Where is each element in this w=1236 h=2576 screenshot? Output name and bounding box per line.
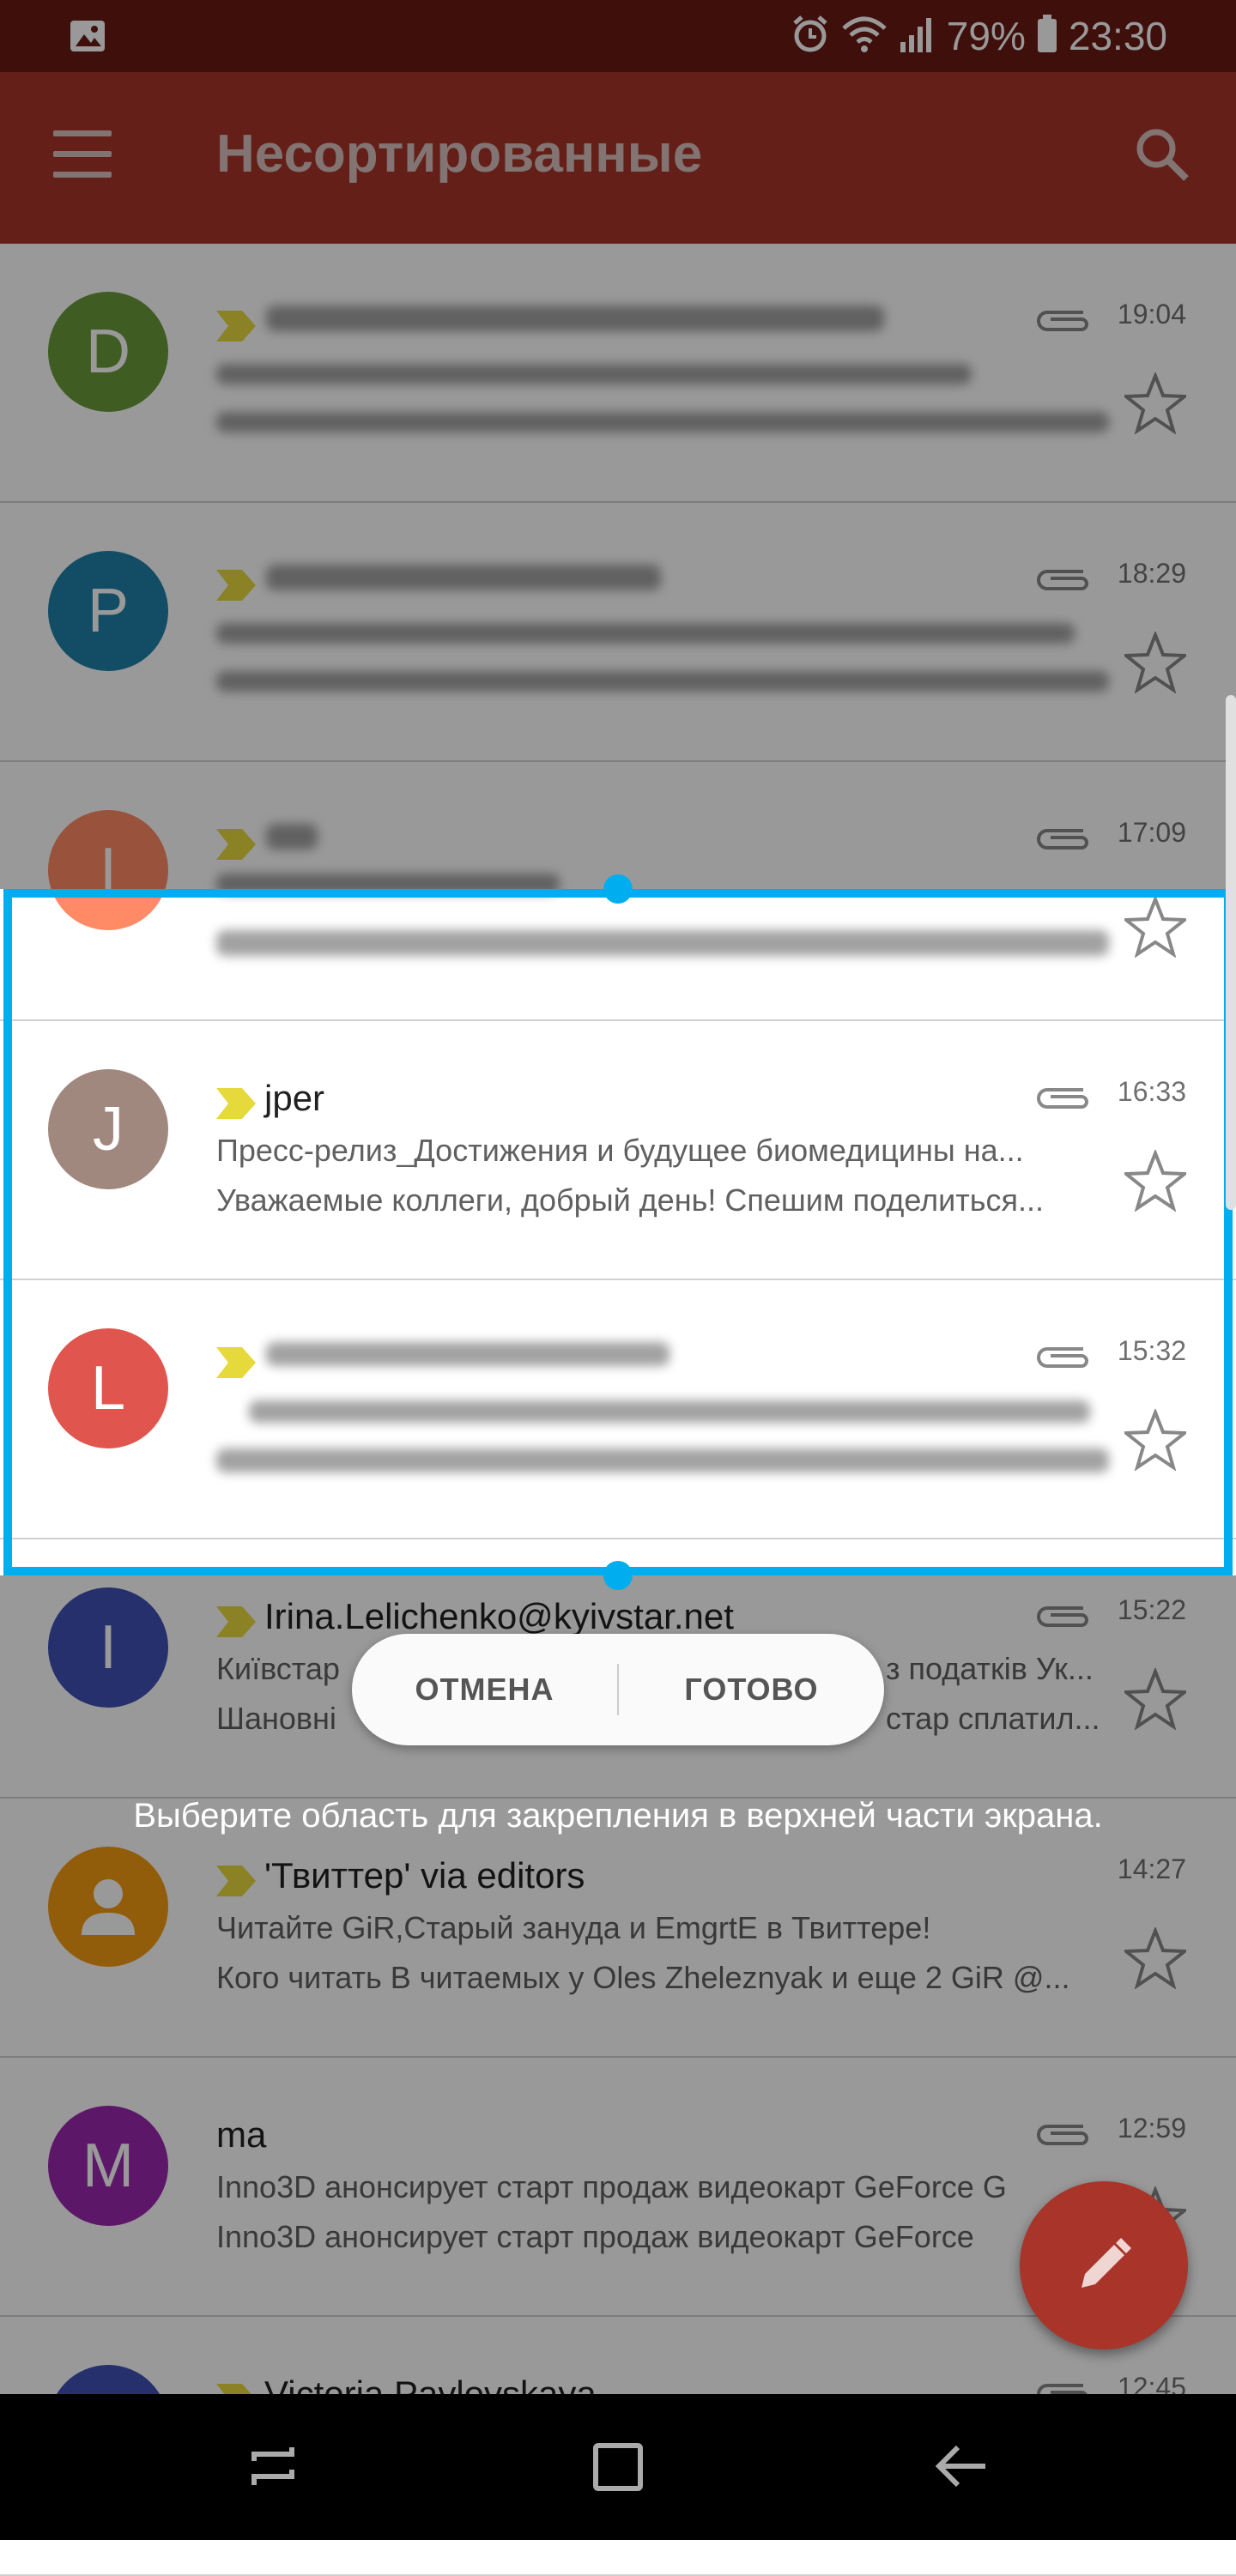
selection-frame[interactable] [3,889,1233,1575]
pencil-icon [1082,2238,1131,2288]
compose-button[interactable] [1020,2181,1188,2349]
done-button[interactable]: ГОТОВО [619,1672,884,1708]
cancel-button[interactable]: ОТМЕНА [352,1672,617,1708]
pin-action-bar: ОТМЕНА ГОТОВО [352,1634,884,1745]
selection-handle-top[interactable] [603,874,633,904]
dim-overlay-top [0,0,1236,889]
system-nav-bar [0,2394,1236,2540]
home-icon[interactable] [587,2435,649,2497]
back-icon[interactable] [932,2435,994,2497]
selection-handle-bottom[interactable] [603,1561,633,1590]
recents-icon[interactable] [242,2435,304,2497]
scrollbar[interactable] [1226,695,1236,1210]
pin-hint: Выберите область для закрепления в верхн… [133,1797,1103,1835]
